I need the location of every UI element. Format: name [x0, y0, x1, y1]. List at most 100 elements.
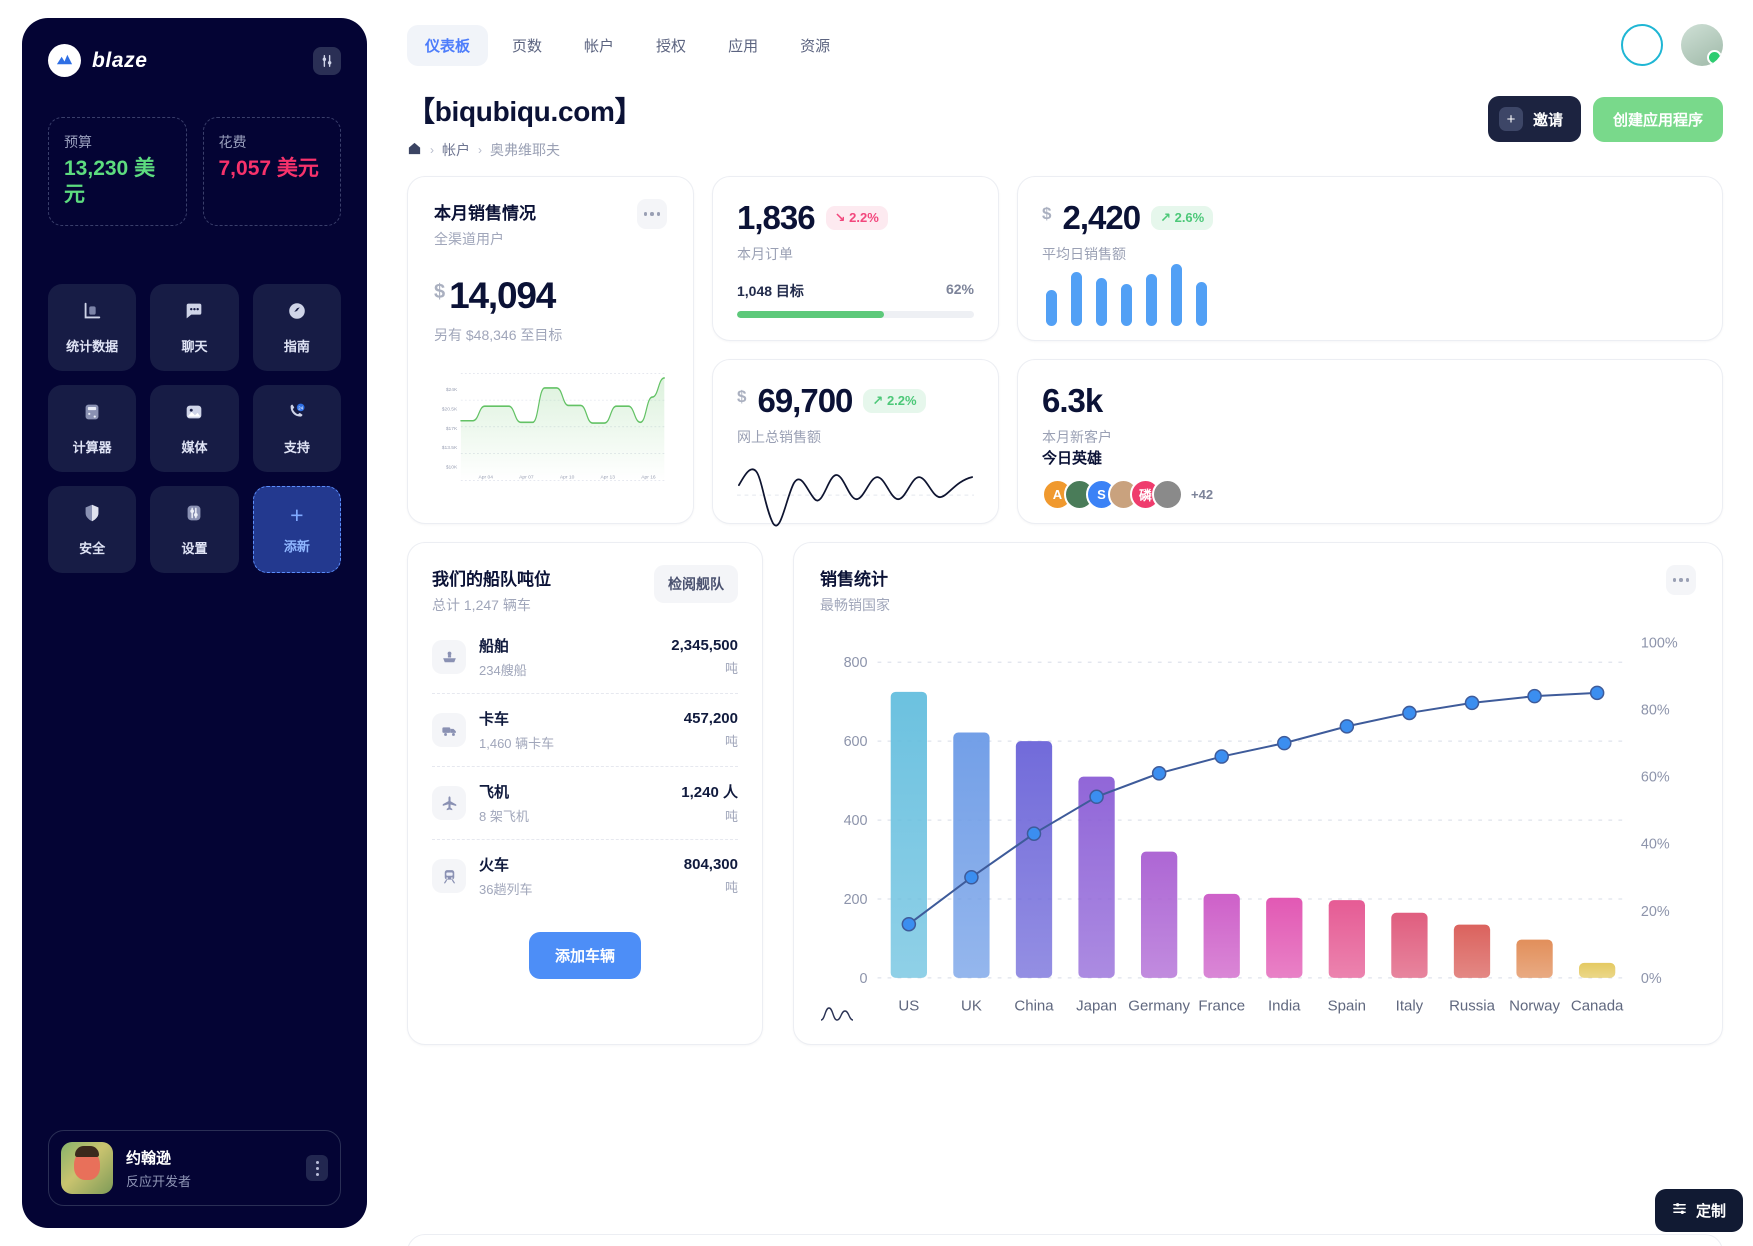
x-axis-tick: US: [898, 997, 919, 1014]
bar[interactable]: [1328, 900, 1365, 978]
tab-resources[interactable]: 资源: [782, 25, 848, 66]
create-app-button[interactable]: 创建应用程序: [1592, 96, 1723, 142]
chat-bubble-icon: [183, 300, 205, 327]
stats-title: 销售统计: [820, 570, 888, 589]
tab-pages[interactable]: 页数: [494, 25, 560, 66]
data-point[interactable]: [1026, 826, 1042, 841]
customize-button[interactable]: 定制: [1654, 1189, 1743, 1232]
breadcrumb-separator: ›: [430, 143, 434, 157]
x-axis-tick: Russia: [1449, 997, 1496, 1014]
right-axis-tick: 0%: [1641, 971, 1662, 987]
data-point[interactable]: [1527, 688, 1542, 704]
sliders-icon: [1672, 1201, 1687, 1220]
data-point[interactable]: [901, 916, 917, 932]
list-item[interactable]: 飞机 8 架飞机 1,240 人 吨: [432, 767, 738, 840]
spinner-icon[interactable]: [1621, 24, 1663, 66]
data-point[interactable]: [1589, 685, 1605, 701]
bar[interactable]: [953, 732, 990, 978]
sidebar-item-calculator[interactable]: 计算器: [48, 384, 137, 472]
truck-icon: [432, 713, 466, 747]
spend-label: 花费: [218, 134, 247, 150]
data-point[interactable]: [964, 870, 979, 885]
tab-applications[interactable]: 应用: [710, 25, 776, 66]
sidebar-item-add-new[interactable]: + 添新: [252, 485, 341, 573]
data-point[interactable]: [1089, 789, 1104, 805]
avatar[interactable]: [1152, 479, 1183, 510]
more-horizontal-icon[interactable]: [1666, 565, 1696, 595]
right-axis-tick: 60%: [1641, 770, 1670, 786]
data-point[interactable]: [1339, 719, 1355, 734]
bar[interactable]: [1015, 741, 1053, 978]
bar[interactable]: [1140, 851, 1178, 978]
sidebar-item-statistics[interactable]: 统计数据: [48, 283, 137, 371]
invite-label: 邀请: [1532, 111, 1563, 129]
breadcrumb-item-accounts[interactable]: 帐户: [442, 140, 470, 160]
stats-card-head: 销售统计 最畅销国家: [820, 565, 1696, 615]
add-vehicle-button[interactable]: 添加车辆: [528, 932, 641, 979]
sidebar-item-label: 安全: [79, 540, 106, 556]
bar[interactable]: [1203, 893, 1240, 978]
online-value-row: $ 69,700 ↗ 2.2%: [737, 382, 974, 420]
tab-authorization[interactable]: 授权: [638, 25, 704, 66]
bar-chart-icon: [81, 300, 103, 327]
data-point[interactable]: [1464, 695, 1480, 711]
fleet-card-head: 我们的船队吨位 总计 1,247 辆车 检阅舰队: [432, 565, 738, 615]
arrow-up-icon: ↗: [1160, 210, 1171, 225]
app-root: blaze 预算 13,230 美元 花费 7,057 美元 统计数据 聊天 指…: [0, 0, 1753, 1246]
review-fleet-button[interactable]: 检阅舰队: [654, 565, 738, 603]
bar[interactable]: [1516, 939, 1553, 978]
x-axis-tick: Apr 16: [641, 474, 656, 480]
sidebar-item-label: 媒体: [181, 439, 208, 455]
sliders-icon[interactable]: [313, 46, 341, 75]
stats-subtitle: 最畅销国家: [820, 597, 890, 613]
data-point[interactable]: [1214, 749, 1229, 764]
list-item[interactable]: 火车 36趟列车 804,300 吨: [432, 840, 738, 912]
bar[interactable]: [1391, 912, 1428, 978]
orders-delta-badge: ↘ 2.2%: [825, 206, 888, 230]
brand[interactable]: blaze: [48, 44, 148, 77]
sidebar-item-support[interactable]: 24 支持: [252, 384, 341, 472]
topbar: 仪表板 页数 帐户 授权 应用 资源: [407, 16, 1723, 74]
fleet-item-value: 2,345,500: [671, 637, 738, 654]
y-axis-tick: 800: [844, 655, 868, 671]
wave-icon[interactable]: [820, 1003, 854, 1028]
list-item[interactable]: 船舶 234艘船 2,345,500 吨: [432, 621, 738, 694]
mini-bar: [1071, 272, 1082, 326]
fleet-item-meta: 8 架飞机: [479, 809, 529, 824]
x-axis-tick: Apr 13: [601, 474, 616, 480]
data-point[interactable]: [1402, 705, 1417, 721]
card-new-customers: 6.3k 本月新客户 今日英雄 A S 磷 +42: [1017, 359, 1723, 524]
tab-dashboard[interactable]: 仪表板: [407, 24, 489, 66]
heroes-title: 今日英雄: [1042, 450, 1103, 467]
home-icon[interactable]: [407, 141, 422, 159]
data-point[interactable]: [1277, 735, 1292, 751]
user-avatar-icon[interactable]: [1681, 24, 1723, 66]
online-sparkline: [737, 447, 974, 537]
breadcrumb-separator: ›: [478, 143, 482, 157]
x-axis-tick: Apr 10: [560, 474, 575, 480]
spend-stat: 花费 7,057 美元: [202, 117, 341, 226]
sidebar-item-guide[interactable]: 指南: [252, 283, 341, 371]
invite-button[interactable]: + 邀请: [1487, 96, 1581, 142]
sidebar-item-settings[interactable]: 设置: [150, 485, 239, 573]
list-item[interactable]: 卡车 1,460 辆卡车 457,200 吨: [432, 694, 738, 767]
bar[interactable]: [1266, 897, 1303, 978]
tab-accounts[interactable]: 帐户: [566, 25, 632, 66]
sidebar-profile-card[interactable]: 约翰逊 反应开发者: [48, 1130, 341, 1206]
bar[interactable]: [890, 691, 927, 978]
bar[interactable]: [1578, 962, 1616, 978]
sidebar-item-media[interactable]: 媒体: [150, 384, 239, 472]
sidebar-item-security[interactable]: 安全: [48, 485, 137, 573]
sales-amount-row: $ 14,094: [434, 275, 667, 317]
sidebar-item-label: 计算器: [72, 439, 112, 455]
more-horizontal-icon[interactable]: [637, 199, 667, 229]
data-point[interactable]: [1151, 766, 1167, 781]
kebab-menu-icon[interactable]: [306, 1155, 328, 1181]
bar[interactable]: [1453, 924, 1491, 978]
right-axis-tick: 40%: [1641, 837, 1670, 853]
sidebar: blaze 预算 13,230 美元 花费 7,057 美元 统计数据 聊天 指…: [22, 18, 367, 1228]
plus-icon: +: [290, 501, 304, 528]
calculator-icon: [81, 401, 103, 428]
sidebar-item-chat[interactable]: 聊天: [150, 283, 239, 371]
bar[interactable]: [1078, 776, 1115, 978]
